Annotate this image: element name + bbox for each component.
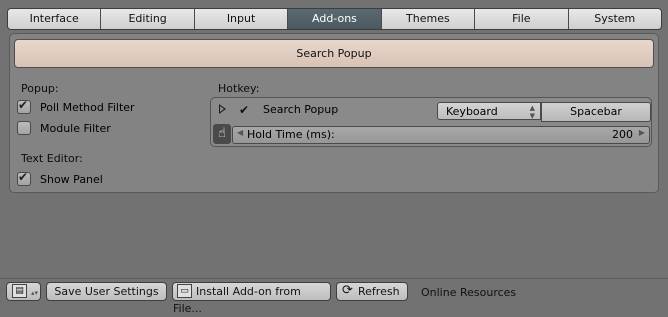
install-addon-label: Install Add-on from File... bbox=[173, 285, 301, 315]
hold-time-row: ☝ ◀ Hold Time (ms): 200 ▶ bbox=[211, 124, 651, 144]
up-down-arrows-icon: ▲ ▼ bbox=[529, 104, 535, 120]
preferences-editor-icon: ▤ bbox=[12, 284, 27, 298]
show-panel-option[interactable]: ✔ Show Panel bbox=[17, 170, 103, 186]
decrement-arrow-icon[interactable]: ◀ bbox=[237, 128, 243, 137]
hold-time-value: 200 bbox=[612, 128, 633, 141]
tab-interface[interactable]: Interface bbox=[8, 9, 101, 29]
input-type-value: Keyboard bbox=[446, 105, 498, 118]
poll-method-filter-label: Poll Method Filter bbox=[40, 100, 135, 114]
popup-heading: Popup: bbox=[21, 82, 59, 95]
increment-arrow-icon[interactable]: ▶ bbox=[639, 128, 645, 137]
poll-method-filter-checkbox[interactable]: ✔ bbox=[17, 98, 31, 114]
search-popup-button[interactable]: Search Popup bbox=[14, 39, 654, 68]
tab-editing[interactable]: Editing bbox=[100, 9, 194, 29]
footer-bar: ▤ ▴▾ Save User Settings ▭ Install Add-on f… bbox=[0, 278, 668, 315]
module-filter-label: Module Filter bbox=[40, 121, 111, 135]
poll-method-filter-option[interactable]: ✔ Poll Method Filter bbox=[17, 98, 135, 114]
menu-arrows-icon: ▴▾ bbox=[31, 289, 39, 297]
preferences-tabs: Interface Editing Input Add-ons Themes F… bbox=[7, 8, 662, 30]
show-panel-checkbox[interactable]: ✔ bbox=[17, 170, 31, 186]
hotkey-name: Search Popup bbox=[263, 103, 339, 116]
refresh-button[interactable]: ⟳ Refresh bbox=[336, 282, 408, 301]
expand-triangle-icon[interactable] bbox=[219, 104, 226, 114]
text-editor-heading: Text Editor: bbox=[21, 152, 83, 165]
tab-system[interactable]: System bbox=[567, 9, 661, 29]
install-addon-button[interactable]: ▭ Install Add-on from File... bbox=[172, 282, 331, 315]
hotkey-enabled-check-icon[interactable]: ✔ bbox=[239, 103, 249, 117]
tab-themes[interactable]: Themes bbox=[380, 9, 475, 29]
refresh-label: Refresh bbox=[358, 285, 400, 298]
module-filter-option[interactable]: Module Filter bbox=[17, 121, 111, 135]
save-user-settings-button[interactable]: Save User Settings bbox=[46, 282, 167, 301]
tab-file[interactable]: File bbox=[474, 9, 568, 29]
key-binding-button[interactable]: Spacebar bbox=[541, 102, 651, 122]
check-icon: ✔ bbox=[18, 98, 29, 112]
hold-time-slider[interactable]: ◀ Hold Time (ms): 200 ▶ bbox=[232, 126, 650, 144]
module-filter-checkbox[interactable] bbox=[17, 121, 31, 135]
online-resources-link[interactable]: Online Resources bbox=[421, 286, 516, 299]
check-icon: ✔ bbox=[18, 170, 29, 184]
hotkey-row: ✔ Search Popup Keyboard ▲ ▼ Spacebar bbox=[211, 98, 651, 123]
input-type-dropdown[interactable]: Keyboard ▲ ▼ bbox=[437, 102, 541, 120]
show-panel-label: Show Panel bbox=[40, 172, 103, 186]
editor-type-menu[interactable]: ▤ ▴▾ bbox=[6, 282, 41, 301]
folder-icon: ▭ bbox=[177, 284, 192, 298]
hotkey-editor: ✔ Search Popup Keyboard ▲ ▼ Spacebar ☝ ◀ … bbox=[210, 97, 652, 147]
hotkey-heading: Hotkey: bbox=[218, 82, 260, 95]
hand-pointer-icon[interactable]: ☝ bbox=[213, 124, 231, 144]
tab-input[interactable]: Input bbox=[193, 9, 288, 29]
refresh-icon: ⟳ bbox=[342, 283, 353, 298]
hold-time-label: Hold Time (ms): bbox=[247, 128, 335, 141]
addon-preferences-panel: Search Popup Popup: ✔ Poll Method Filter… bbox=[9, 33, 659, 193]
tab-add-ons[interactable]: Add-ons bbox=[287, 9, 381, 29]
